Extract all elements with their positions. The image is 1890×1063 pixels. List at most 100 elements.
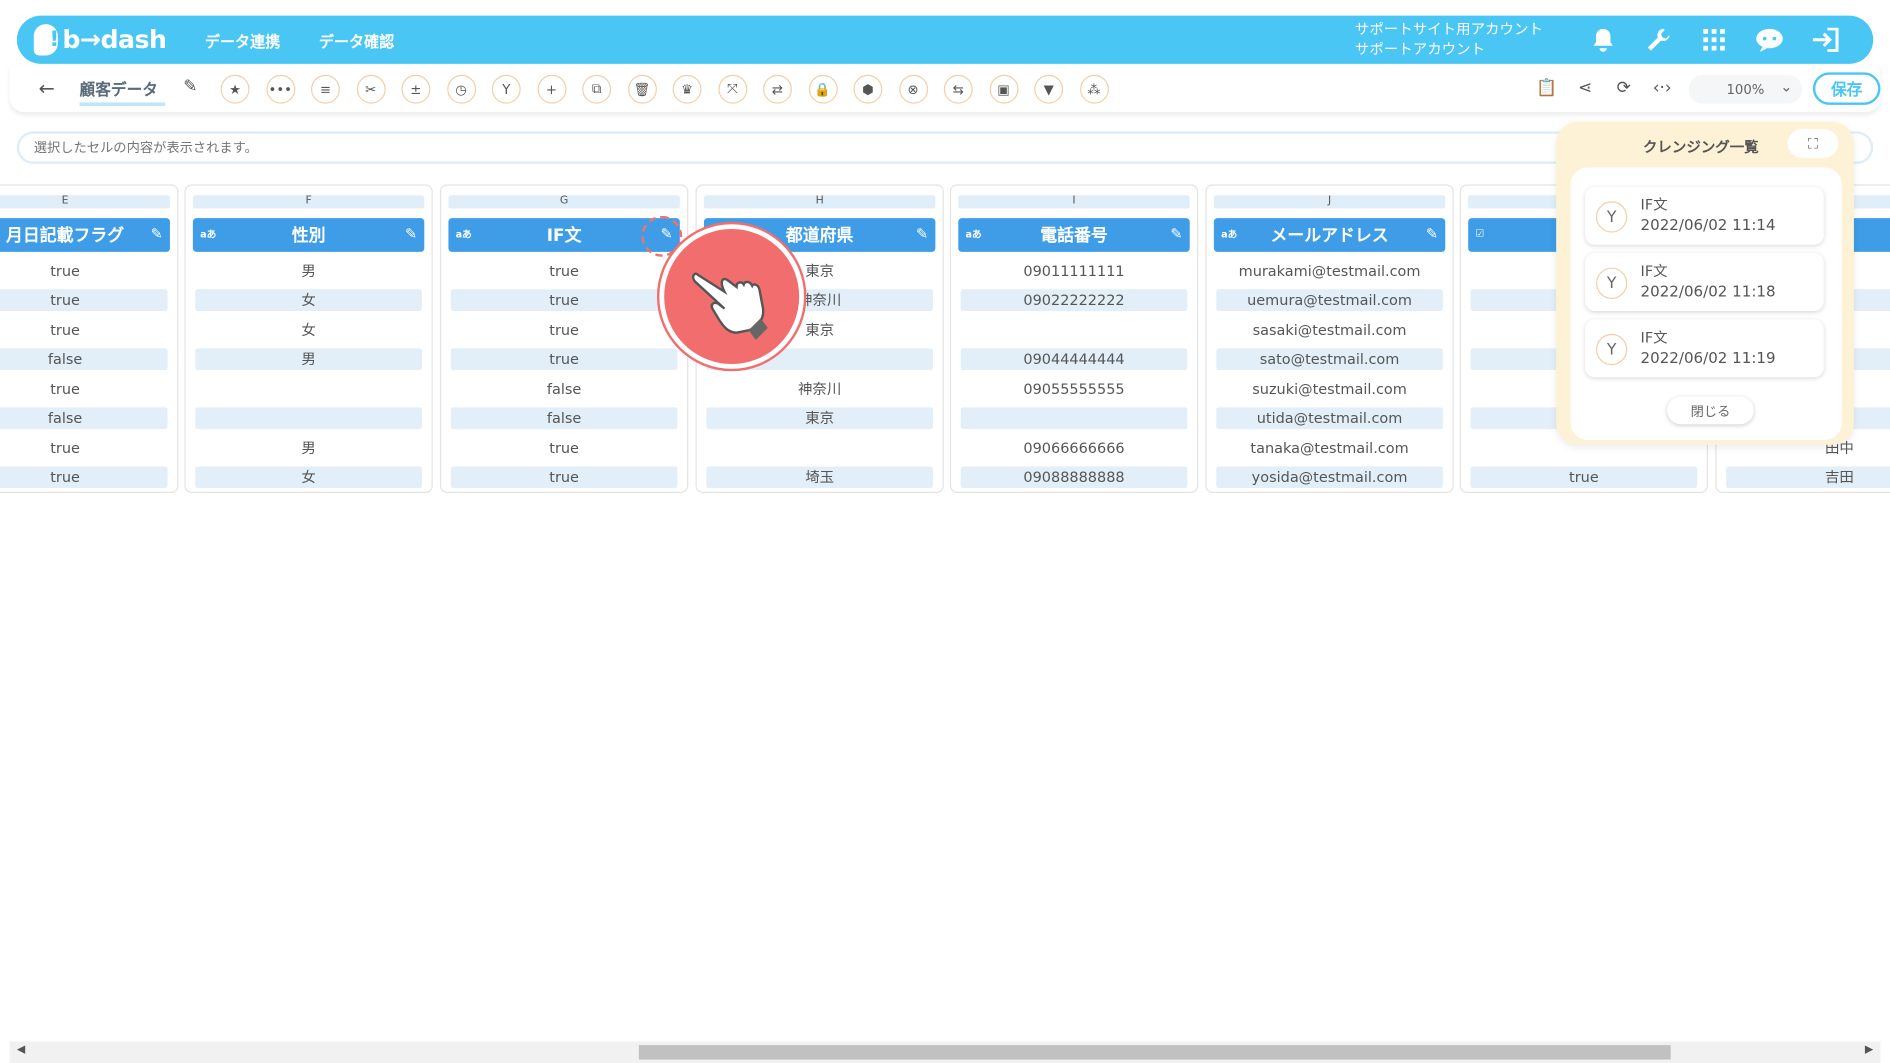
grid-cell[interactable]: 09088888888 — [960, 466, 1188, 489]
grid-cell[interactable]: true — [1470, 466, 1698, 489]
horizontal-scrollbar[interactable]: ◀ ▶ — [9, 1041, 1881, 1063]
lock-icon[interactable]: 🔒 — [808, 74, 838, 104]
grid-cell[interactable]: utida@testmail.com — [1216, 407, 1443, 430]
grid-cell[interactable]: 09022222222 — [960, 289, 1188, 311]
copy-icon[interactable]: ⧉ — [582, 74, 612, 104]
grid-cell[interactable]: 09055555555 — [961, 378, 1188, 400]
column-header[interactable]: aあ 電話番号 ✎ — [958, 218, 1190, 252]
column-header[interactable]: aあ 性別 ✎ — [192, 218, 425, 252]
grid-cell[interactable]: true — [0, 260, 168, 282]
grid-cell[interactable] — [195, 407, 422, 430]
grid-cell[interactable]: uemura@testmail.com — [1216, 289, 1443, 311]
swap-icon[interactable]: ⇄ — [763, 74, 792, 104]
bell-icon[interactable] — [1586, 23, 1620, 57]
formula-icon[interactable]: ± — [401, 74, 431, 104]
timer-icon[interactable]: ◷ — [446, 74, 476, 104]
column-letter[interactable]: J — [1213, 195, 1446, 209]
column-letter[interactable]: I — [958, 195, 1190, 209]
grid-cell[interactable]: true — [451, 260, 678, 282]
replace-icon[interactable]: ⇆ — [943, 74, 973, 104]
grid-cell[interactable]: 埼玉 — [706, 466, 933, 489]
grid-cell[interactable]: 09066666666 — [961, 438, 1188, 460]
pencil-icon[interactable]: ✎ — [405, 225, 417, 242]
refresh-icon[interactable]: ⟳ — [1612, 76, 1636, 100]
plus-icon[interactable]: + — [537, 74, 566, 104]
column-header[interactable]: aあ メールアドレス ✎ — [1213, 218, 1446, 252]
branch-icon[interactable]: Y — [491, 74, 521, 104]
grid-cell[interactable]: sasaki@testmail.com — [1216, 319, 1443, 341]
cleansing-item[interactable]: Y IF文 2022/06/02 11:18 — [1585, 253, 1824, 311]
pencil-icon[interactable]: ✎ — [151, 225, 163, 242]
nav-data-integration[interactable]: データ連携 — [205, 28, 280, 51]
star-icon[interactable]: ★ — [220, 74, 250, 104]
wrench-icon[interactable] — [1642, 23, 1676, 57]
column-letter[interactable]: F — [192, 195, 425, 209]
merge-icon[interactable]: ⤧ — [717, 74, 747, 104]
list-icon[interactable]: ≡ — [310, 74, 340, 104]
grid-cell[interactable] — [961, 319, 1188, 341]
grid-cell[interactable]: 神奈川 — [706, 378, 933, 400]
clipboard-icon[interactable]: 📋 — [1534, 76, 1558, 100]
cleansing-item[interactable]: Y IF文 2022/06/02 11:19 — [1585, 319, 1824, 378]
chat-icon[interactable] — [1753, 23, 1787, 57]
grid-cell[interactable]: 09011111111 — [961, 260, 1188, 282]
save-button[interactable]: 保存 — [1812, 72, 1881, 105]
crown-icon[interactable]: ♛ — [672, 74, 702, 104]
grid-icon[interactable] — [1697, 23, 1731, 57]
logo[interactable]: b→dash — [33, 24, 167, 56]
column-header[interactable]: 月日記載フラグ ✎ — [0, 218, 170, 252]
grid-cell[interactable]: tanaka@testmail.com — [1216, 438, 1443, 460]
grid-cell[interactable]: true — [0, 378, 168, 400]
code-icon[interactable]: ‹·› — [1650, 76, 1674, 100]
grid-cell[interactable]: 男 — [195, 260, 422, 282]
grid-cell[interactable]: 女 — [195, 319, 422, 341]
close-circle-icon[interactable]: ⊗ — [898, 74, 928, 104]
grid-cell[interactable]: 女 — [195, 289, 422, 311]
grid-cell[interactable]: false — [450, 407, 678, 430]
grid-cell[interactable]: 09044444444 — [960, 348, 1188, 371]
grid-cell[interactable]: 男 — [195, 438, 422, 460]
column-letter[interactable]: G — [448, 195, 680, 209]
grid-cell[interactable]: false — [0, 348, 168, 371]
grid-cell[interactable]: sato@testmail.com — [1216, 348, 1443, 371]
grid-cell[interactable]: true — [451, 319, 678, 341]
scissors-icon[interactable]: ✂ — [356, 74, 386, 104]
grid-cell[interactable]: false — [451, 378, 678, 400]
zoom-select[interactable]: 100% ⌄ — [1688, 74, 1803, 104]
scroll-right-icon[interactable]: ▶ — [1865, 1044, 1873, 1056]
grid-cell[interactable]: 吉田 — [1726, 466, 1890, 489]
filter-icon[interactable]: ▼ — [1034, 74, 1064, 104]
share-icon[interactable]: ⋖ — [1573, 76, 1597, 100]
back-arrow-icon[interactable]: ← — [39, 77, 55, 100]
column-letter[interactable]: E — [0, 195, 170, 209]
grid-cell[interactable]: true — [451, 438, 678, 460]
pencil-icon[interactable]: ✎ — [1426, 225, 1438, 242]
grid-cell[interactable] — [706, 438, 933, 460]
grid-cell[interactable]: 東京 — [706, 407, 933, 430]
expand-icon[interactable]: ⛶ — [1787, 128, 1839, 158]
grid-cell[interactable]: true — [450, 466, 678, 489]
close-button[interactable]: 閉じる — [1667, 396, 1754, 425]
pencil-icon[interactable]: ✎ — [916, 225, 928, 242]
box-icon[interactable]: ⬢ — [853, 74, 883, 104]
grid-cell[interactable]: yosida@testmail.com — [1216, 466, 1443, 489]
grid-cell[interactable]: true — [450, 348, 678, 371]
grid-cell[interactable]: true — [0, 289, 168, 311]
cleansing-item[interactable]: Y IF文 2022/06/02 11:14 — [1585, 186, 1824, 245]
more-icon[interactable]: ••• — [265, 74, 295, 104]
logout-icon[interactable] — [1808, 23, 1842, 57]
grid-cell[interactable]: 女 — [195, 466, 422, 489]
grid-cell[interactable]: true — [0, 438, 168, 460]
grid-cell[interactable]: false — [0, 407, 168, 430]
scroll-left-icon[interactable]: ◀ — [17, 1044, 25, 1056]
sheet-title[interactable]: 顧客データ — [79, 77, 166, 107]
trash-icon[interactable]: 🗑 — [627, 74, 657, 104]
scrollbar-thumb[interactable] — [638, 1045, 1671, 1060]
grid-cell[interactable]: true — [0, 466, 168, 489]
grid-cell[interactable] — [960, 407, 1188, 430]
column-letter[interactable]: H — [703, 195, 936, 209]
grid-cell[interactable] — [195, 378, 422, 400]
nav-data-check[interactable]: データ確認 — [319, 28, 394, 51]
grid-cell[interactable]: suzuki@testmail.com — [1216, 378, 1443, 400]
pencil-icon[interactable]: ✎ — [1170, 225, 1182, 242]
